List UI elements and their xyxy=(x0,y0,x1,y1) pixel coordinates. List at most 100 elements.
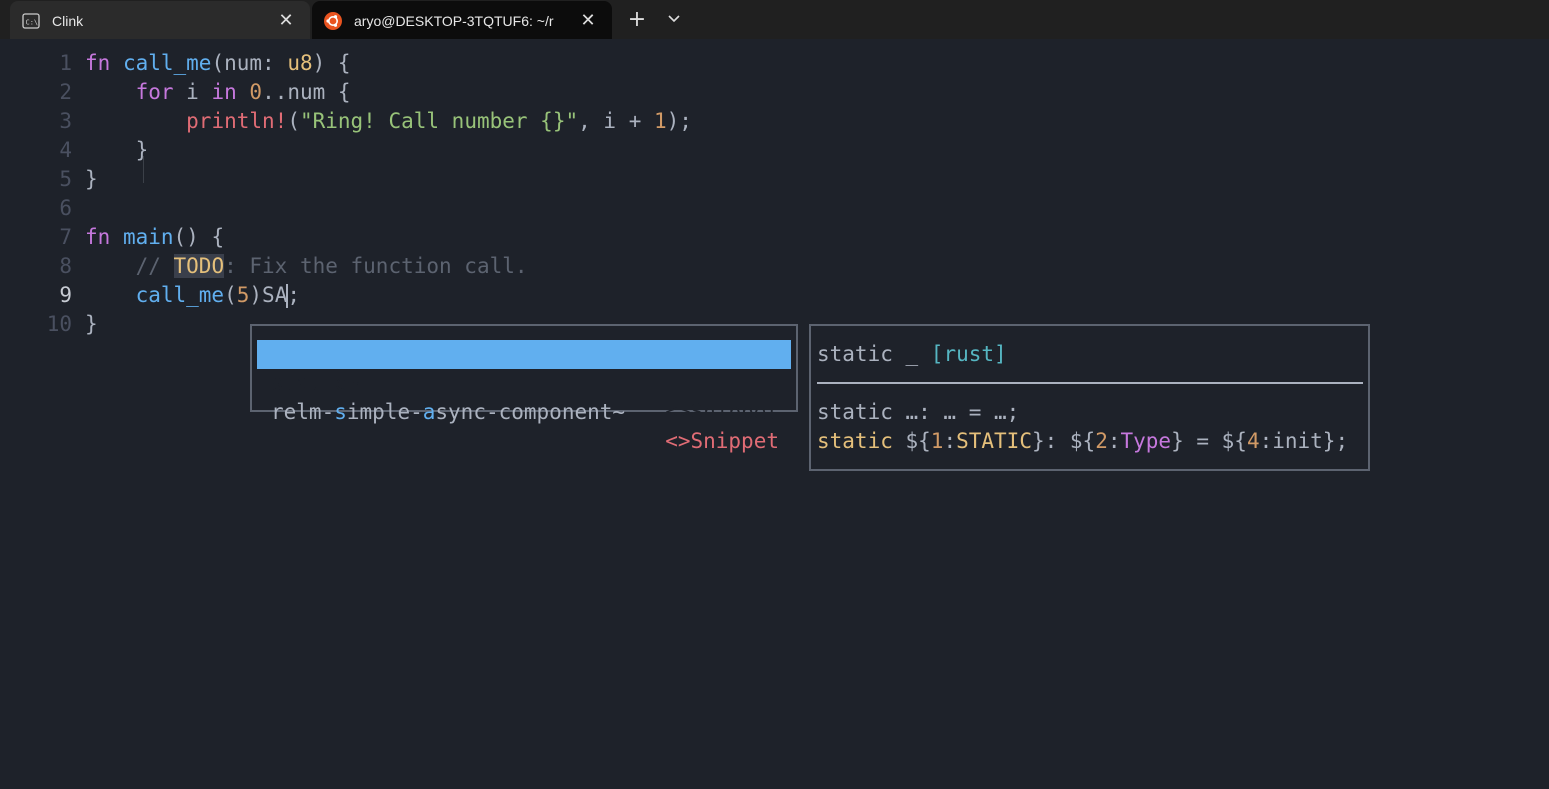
code-text: : xyxy=(1107,429,1121,453)
comment: // xyxy=(135,254,174,278)
function-name: main xyxy=(122,225,174,249)
code-text: ..num { xyxy=(262,80,351,104)
ubuntu-icon xyxy=(324,11,342,30)
code-text: } xyxy=(85,167,98,191)
doc-header: static _ [rust] xyxy=(817,340,1007,369)
line-number: 6 xyxy=(59,196,72,220)
code-text: : xyxy=(943,429,957,453)
number-literal: 2 xyxy=(1095,429,1108,453)
tab-dropdown-button[interactable] xyxy=(657,4,691,34)
code-text: } = ${ xyxy=(1171,429,1247,453)
placeholder: STATIC xyxy=(956,429,1032,453)
label-part: relm- xyxy=(271,400,335,424)
code-text: () { xyxy=(173,225,225,249)
number-literal: 4 xyxy=(1246,429,1260,453)
line-number: 9 xyxy=(59,283,72,307)
comment: : Fix the function call. xyxy=(224,254,528,278)
code-text: }: ${ xyxy=(1031,429,1096,453)
code-text: ${ xyxy=(892,429,931,453)
keyword: in xyxy=(211,80,237,104)
doc-signature: static …: … = …; xyxy=(817,400,1020,424)
code-line: 4 } xyxy=(20,136,148,165)
code-text: i xyxy=(173,80,212,104)
completion-label: relm-simple-async-component~ xyxy=(271,398,625,427)
number-literal: 0 xyxy=(249,80,263,104)
number-literal: 1 xyxy=(653,109,667,133)
tab-clink[interactable]: C:\ Clink ✕ xyxy=(10,1,310,40)
chevron-down-icon xyxy=(668,15,680,23)
new-tab-button[interactable]: + xyxy=(620,4,654,34)
line-number: 2 xyxy=(59,80,72,104)
code-text: ; xyxy=(287,283,300,307)
terminal-icon: C:\ xyxy=(22,12,40,30)
keyword: for xyxy=(135,80,174,104)
code-line: 5} xyxy=(20,165,98,194)
string-literal: "Ring! Call number {}" xyxy=(299,109,579,133)
completion-kind: <>Snippet xyxy=(665,400,779,424)
editor-top-padding xyxy=(0,39,1549,49)
number-literal: 1 xyxy=(930,429,944,453)
close-icon[interactable]: ✕ xyxy=(574,10,602,31)
function-name: call_me xyxy=(122,51,212,75)
code-text: ) { xyxy=(312,51,351,75)
code-line-current: 9 call_me(5)SA; xyxy=(20,281,300,310)
line-number: 3 xyxy=(59,109,72,133)
match-highlight: s xyxy=(334,400,347,424)
code-line: 10} xyxy=(20,310,98,339)
macro-name: println! xyxy=(186,109,288,133)
label-part: sync-component~ xyxy=(435,400,626,424)
completion-item[interactable]: relm-simple-async-component~ <>Snippet xyxy=(257,369,791,453)
title-bar: C:\ Clink ✕ aryo@DESKTOP-3TQTUF6: ~/r ✕ … xyxy=(0,0,1549,40)
line-number: 7 xyxy=(59,225,72,249)
tab-ubuntu[interactable]: aryo@DESKTOP-3TQTUF6: ~/r ✕ xyxy=(312,1,612,40)
code-text: , i + xyxy=(578,109,654,133)
code-text: )SA xyxy=(249,283,288,307)
documentation-popup: static _ [rust] static …: … = …; static … xyxy=(809,324,1370,471)
function-name: call_me xyxy=(135,283,225,307)
code-text: ( xyxy=(224,283,237,307)
line-number: 10 xyxy=(46,312,72,336)
completion-menu: static~ <>Snippet relm-simple-async-comp… xyxy=(250,324,798,453)
doc-snippet: static ${1:STATIC}: ${2:Type} = ${4:init… xyxy=(817,427,1348,456)
code-line: 7 fn main() { xyxy=(20,223,224,252)
keyword: static xyxy=(817,429,893,453)
code-text: (num: xyxy=(211,51,288,75)
code-line: 1 fn call_me(num: u8) { xyxy=(20,49,351,78)
doc-language: [rust] xyxy=(930,342,1007,366)
code-text: } xyxy=(85,138,149,162)
number-literal: 5 xyxy=(236,283,250,307)
todo-highlight: TODO xyxy=(173,254,225,278)
close-icon[interactable]: ✕ xyxy=(272,10,300,31)
label-part: imple- xyxy=(346,400,423,424)
line-number: 8 xyxy=(59,254,72,278)
tab-title: Clink xyxy=(52,12,84,29)
doc-header-text: static _ xyxy=(817,342,931,366)
editor-left-padding xyxy=(0,39,10,789)
code-line: 8 // TODO: Fix the function call. xyxy=(20,252,528,281)
doc-separator xyxy=(817,382,1363,384)
type-name: u8 xyxy=(287,51,313,75)
code-line: 2 for i in 0..num { xyxy=(20,78,351,107)
svg-text:C:\: C:\ xyxy=(26,18,39,26)
code-text: ); xyxy=(666,109,692,133)
code-line: 6 xyxy=(20,194,85,223)
keyword: fn xyxy=(85,51,111,75)
keyword: fn xyxy=(85,225,111,249)
line-number: 4 xyxy=(59,138,72,162)
code-line: 3 println!("Ring! Call number {}", i + 1… xyxy=(20,107,692,136)
code-text: :init}; xyxy=(1259,429,1349,453)
line-number: 5 xyxy=(59,167,72,191)
code-text: ( xyxy=(287,109,300,133)
code-text: } xyxy=(85,312,98,336)
placeholder: Type xyxy=(1120,429,1172,453)
match-highlight: a xyxy=(422,400,436,424)
line-number: 1 xyxy=(59,51,72,75)
completion-item[interactable]: static~ <>Snippet xyxy=(257,340,791,424)
completion-kind: <>Snippet xyxy=(665,429,779,453)
tab-title: aryo@DESKTOP-3TQTUF6: ~/r xyxy=(354,12,554,29)
